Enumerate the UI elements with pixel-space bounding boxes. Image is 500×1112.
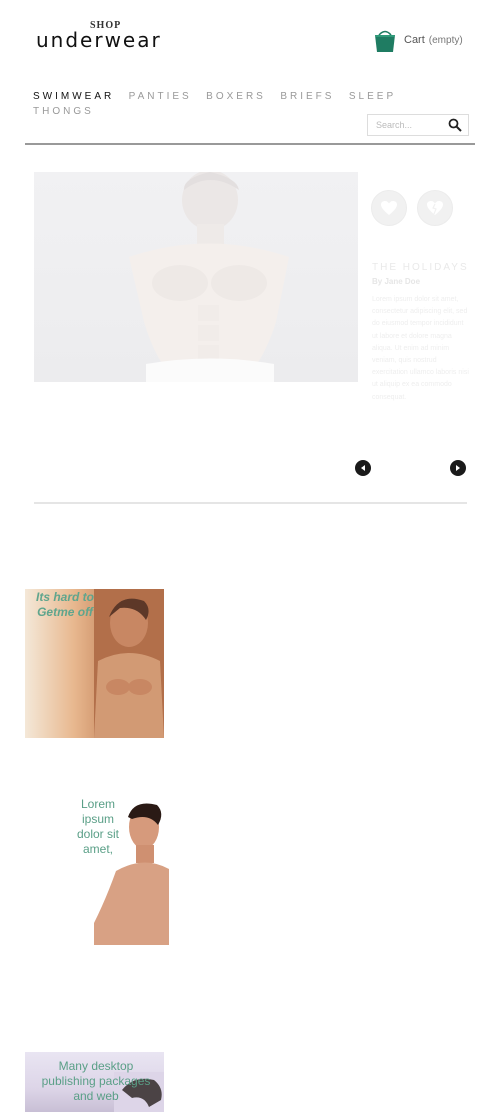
promo-banner-2[interactable]: Lorem ipsum dolor sit amet,	[25, 797, 169, 945]
header-divider	[25, 143, 475, 145]
heart-icon	[381, 201, 397, 215]
search-icon[interactable]	[448, 118, 462, 132]
cart-link[interactable]: Cart (empty)	[372, 26, 463, 54]
section-divider	[34, 502, 467, 504]
favorite-button[interactable]	[371, 190, 407, 226]
store-logo[interactable]: SHOP underwear	[36, 18, 196, 58]
nav-item-sleep[interactable]: SLEEP	[349, 90, 396, 103]
main-navigation: SWIMWEAR PANTIES BOXERS BRIEFS SLEEP THO…	[33, 88, 423, 118]
product-description: Lorem ipsum dolor sit amet, consectetur …	[372, 296, 469, 401]
model-torso-illustration	[129, 172, 289, 382]
broken-heart-icon	[427, 201, 443, 215]
nav-item-panties[interactable]: PANTIES	[129, 90, 192, 103]
product-author: By Jane Doe	[372, 277, 421, 286]
shopping-bag-icon	[375, 30, 395, 52]
promo-banner-1[interactable]: Its hard to Getme off	[25, 589, 164, 738]
cart-status: (empty)	[428, 34, 463, 46]
search-box	[367, 114, 469, 136]
arrow-right-icon	[456, 465, 460, 471]
nav-item-thongs[interactable]: THONGS	[33, 105, 94, 118]
nav-item-boxers[interactable]: BOXERS	[206, 90, 266, 103]
promo-banner-2-text: Lorem ipsum dolor sit amet,	[76, 797, 120, 856]
cart-label: Cart	[404, 34, 425, 46]
nav-item-swimwear[interactable]: SWIMWEAR	[33, 90, 114, 103]
promo-banner-3-text: Many desktop publishing packages and web	[41, 1059, 151, 1103]
promo-banner-3[interactable]: Many desktop publishing packages and web	[25, 1052, 164, 1112]
nav-item-briefs[interactable]: BRIEFS	[280, 90, 334, 103]
promo-banner-1-text: Its hard to Getme off	[35, 590, 94, 619]
previous-slide-button[interactable]	[355, 460, 371, 476]
arrow-left-icon	[361, 465, 365, 471]
unfavorite-button[interactable]	[417, 190, 453, 226]
product-title: THE HOLIDAYS	[372, 262, 469, 273]
male-model-illustration	[94, 589, 164, 738]
search-input[interactable]	[368, 115, 451, 135]
logo-brand-label: underwear	[36, 28, 162, 52]
next-slide-button[interactable]	[450, 460, 466, 476]
featured-product-image[interactable]	[34, 172, 358, 382]
